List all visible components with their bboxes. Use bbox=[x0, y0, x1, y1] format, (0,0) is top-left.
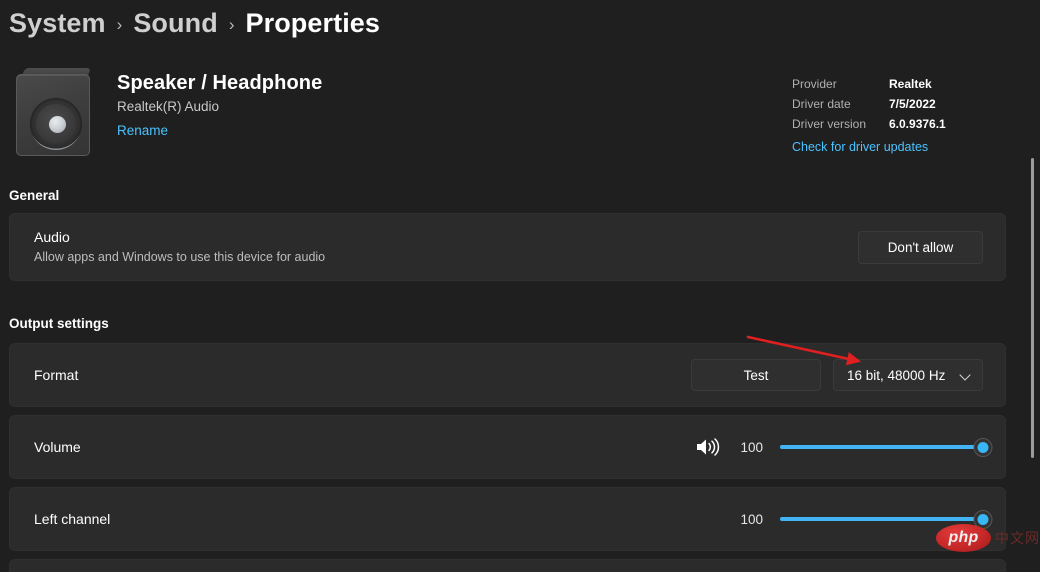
driver-provider-value: Realtek bbox=[889, 77, 932, 92]
audio-card-title: Audio bbox=[34, 228, 858, 246]
scrollbar-thumb[interactable] bbox=[1031, 158, 1034, 458]
left-channel-card-title: Left channel bbox=[34, 510, 729, 528]
left-channel-slider-thumb[interactable] bbox=[974, 510, 993, 529]
page-title: Speaker / Headphone bbox=[117, 71, 322, 95]
volume-slider[interactable] bbox=[780, 436, 983, 458]
breadcrumb-item-properties: Properties bbox=[245, 10, 380, 37]
chevron-down-icon bbox=[960, 370, 971, 381]
volume-slider-thumb[interactable] bbox=[974, 438, 993, 457]
driver-date-value: 7/5/2022 bbox=[889, 97, 936, 112]
next-card-partial bbox=[9, 559, 1006, 572]
volume-card: Volume 100 bbox=[9, 415, 1006, 479]
left-channel-card: Left channel 100 bbox=[9, 487, 1006, 551]
check-driver-updates-link[interactable]: Check for driver updates bbox=[792, 140, 928, 154]
audio-card-labels: Audio Allow apps and Windows to use this… bbox=[34, 228, 858, 265]
sound-properties-page: System › Sound › Properties Speaker / He… bbox=[0, 0, 1040, 572]
dont-allow-button[interactable]: Don't allow bbox=[858, 231, 983, 264]
device-subtitle: Realtek(R) Audio bbox=[117, 99, 322, 115]
volume-speaker-icon[interactable] bbox=[694, 436, 720, 458]
breadcrumb-item-system[interactable]: System bbox=[9, 10, 106, 37]
volume-slider-fill bbox=[780, 445, 983, 449]
volume-card-title: Volume bbox=[34, 438, 694, 456]
driver-version-row: Driver version 6.0.9376.1 bbox=[792, 117, 992, 132]
left-channel-slider-fill bbox=[780, 517, 983, 521]
driver-date-label: Driver date bbox=[792, 97, 889, 112]
speaker-icon bbox=[14, 68, 92, 156]
audio-card-subtitle: Allow apps and Windows to use this devic… bbox=[34, 249, 858, 265]
driver-version-value: 6.0.9376.1 bbox=[889, 117, 946, 132]
audio-card: Audio Allow apps and Windows to use this… bbox=[9, 213, 1006, 281]
section-heading-general: General bbox=[9, 188, 59, 203]
format-card-title: Format bbox=[34, 366, 691, 384]
volume-slider-group: 100 bbox=[694, 436, 983, 458]
volume-card-labels: Volume bbox=[34, 438, 694, 456]
volume-value: 100 bbox=[729, 440, 763, 455]
left-channel-slider-group: 100 bbox=[729, 508, 983, 530]
test-button[interactable]: Test bbox=[691, 359, 821, 391]
driver-version-label: Driver version bbox=[792, 117, 889, 132]
rename-link[interactable]: Rename bbox=[117, 123, 168, 139]
format-card: Format Test 16 bit, 48000 Hz bbox=[9, 343, 1006, 407]
device-text-block: Speaker / Headphone Realtek(R) Audio Ren… bbox=[117, 71, 322, 140]
breadcrumb: System › Sound › Properties bbox=[9, 3, 380, 43]
format-dropdown[interactable]: 16 bit, 48000 Hz bbox=[833, 359, 983, 391]
breadcrumb-item-sound[interactable]: Sound bbox=[133, 10, 217, 37]
page-scrollbar[interactable] bbox=[1026, 0, 1038, 572]
left-channel-slider[interactable] bbox=[780, 508, 983, 530]
left-channel-value: 100 bbox=[729, 512, 763, 527]
driver-date-row: Driver date 7/5/2022 bbox=[792, 97, 992, 112]
driver-provider-row: Provider Realtek bbox=[792, 77, 992, 92]
format-dropdown-value: 16 bit, 48000 Hz bbox=[847, 368, 945, 383]
breadcrumb-separator-icon: › bbox=[228, 16, 236, 33]
driver-provider-label: Provider bbox=[792, 77, 889, 92]
breadcrumb-separator-icon: › bbox=[116, 16, 124, 33]
section-heading-output-settings: Output settings bbox=[9, 316, 109, 331]
driver-info-panel: Provider Realtek Driver date 7/5/2022 Dr… bbox=[792, 77, 992, 154]
left-channel-card-labels: Left channel bbox=[34, 510, 729, 528]
format-card-labels: Format bbox=[34, 366, 691, 384]
